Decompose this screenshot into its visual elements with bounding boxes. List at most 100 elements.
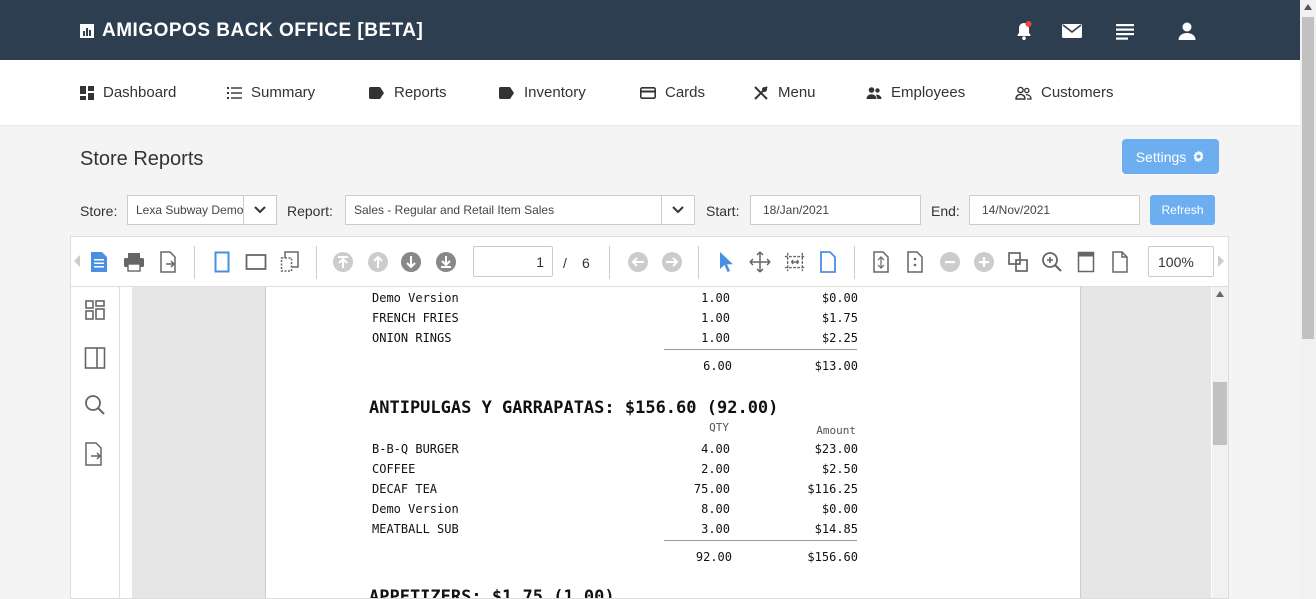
zoom-in-icon[interactable] [973, 251, 995, 273]
dashboard-icon [80, 85, 94, 100]
report-canvas: Demo Version 1.00 $0.00 FRENCH FRIES 1.0… [132, 287, 1211, 598]
report-viewer: 1 / 6 100% Demo Version 1.00 $0.00 FRENC… [70, 236, 1229, 599]
scroll-up-arrow[interactable] [1216, 291, 1224, 297]
report-item-name: FRENCH FRIES [372, 311, 459, 325]
viewer-scroll-thumb[interactable] [1213, 382, 1227, 445]
nav-reports[interactable]: Reports [368, 84, 447, 101]
report-item-name: MEATBALL SUB [372, 522, 459, 536]
page-width-icon[interactable] [245, 251, 267, 273]
list-icon[interactable] [1114, 20, 1136, 42]
store-dropdown-toggle[interactable] [243, 195, 277, 225]
last-page-icon[interactable] [435, 251, 457, 273]
report-dropdown-toggle[interactable] [661, 195, 695, 225]
nav-inventory[interactable]: Inventory [498, 84, 586, 101]
user-icon[interactable] [1176, 20, 1198, 42]
utensils-icon [754, 85, 768, 100]
nav-summary[interactable]: Summary [227, 84, 315, 101]
first-page-icon[interactable] [332, 251, 354, 273]
split-vertical-icon[interactable] [870, 251, 892, 273]
tag-icon [369, 86, 384, 99]
nav-customers[interactable]: Customers [1015, 84, 1114, 101]
people-icon [866, 86, 882, 99]
subtotal-qty: 6.00 [703, 359, 732, 373]
page-scrollbar[interactable] [1300, 0, 1316, 599]
page-fit-icon[interactable] [1109, 251, 1131, 273]
search-icon[interactable] [84, 394, 106, 418]
end-label: End: [931, 203, 960, 219]
zoom-out-icon[interactable] [939, 251, 961, 273]
viewer-scrollbar[interactable] [1212, 287, 1228, 598]
split-horizontal-icon[interactable] [904, 251, 926, 273]
report-page: Demo Version 1.00 $0.00 FRENCH FRIES 1.0… [265, 287, 1081, 598]
amount-column-header: Amount [816, 424, 856, 437]
report-item-qty: 3.00 [701, 522, 730, 536]
bar-chart-icon [80, 24, 94, 38]
page-scroll-up-arrow[interactable] [1304, 4, 1312, 10]
nav-customers-label: Customers [1041, 84, 1114, 101]
pointer-icon[interactable] [715, 251, 737, 273]
report-item-name: Demo Version [372, 502, 459, 516]
document-map-icon[interactable] [88, 251, 110, 273]
nav-employees-label: Employees [891, 84, 966, 101]
report-select-value: Sales - Regular and Retail Item Sales [354, 203, 555, 217]
toolbar-separator [854, 246, 855, 279]
forward-icon[interactable] [661, 251, 683, 273]
page-view-icon[interactable] [817, 251, 839, 273]
store-label: Store: [80, 203, 118, 219]
report-item-qty: 1.00 [701, 311, 730, 325]
nav-dashboard[interactable]: Dashboard [80, 84, 176, 101]
nav-menu[interactable]: Menu [753, 84, 816, 101]
nav-reports-label: Reports [394, 84, 447, 101]
category-heading: ANTIPULGAS Y GARRAPATAS: $156.60 (92.00) [369, 398, 779, 418]
end-date-input[interactable]: 14/Nov/2021 [969, 195, 1140, 225]
multi-page-icon[interactable] [279, 251, 301, 273]
single-page-icon[interactable] [211, 251, 233, 273]
print-icon[interactable] [123, 251, 145, 273]
mail-icon[interactable] [1061, 20, 1083, 42]
export-panel-icon[interactable] [84, 442, 106, 466]
chevron-down-icon [672, 206, 684, 214]
store-select[interactable]: Lexa Subway Demo [127, 195, 245, 225]
subtotal-amount: $13.00 [814, 359, 858, 373]
nav-cards[interactable]: Cards [640, 84, 705, 101]
nav-employees[interactable]: Employees [866, 84, 965, 101]
chevron-down-icon [254, 206, 266, 214]
main-nav: Dashboard Summary Reports Inventory Card… [0, 60, 1300, 125]
people-outline-icon [1015, 86, 1032, 100]
fit-to-window-icon[interactable] [1007, 251, 1029, 273]
magnifier-icon[interactable] [1041, 251, 1063, 273]
viewer-toolbar: 1 / 6 100% [71, 237, 1228, 287]
nav-summary-label: Summary [251, 84, 316, 101]
previous-page-icon[interactable] [367, 251, 389, 273]
report-select[interactable]: Sales - Regular and Retail Item Sales [345, 195, 664, 225]
export-icon[interactable] [157, 251, 179, 273]
nav-inventory-label: Inventory [524, 84, 586, 101]
page-scroll-thumb[interactable] [1302, 17, 1314, 339]
total-amount: $156.60 [807, 550, 858, 564]
report-label: Report: [287, 203, 333, 219]
settings-button[interactable]: Settings [1122, 139, 1219, 174]
pan-icon[interactable] [749, 251, 771, 273]
top-bar: AMIGOPOS BACK OFFICE [BETA] [0, 0, 1300, 60]
total-qty: 92.00 [695, 550, 732, 564]
margins-icon[interactable] [784, 251, 806, 273]
nav-cards-label: Cards [665, 84, 706, 101]
zoom-input[interactable]: 100% [1148, 246, 1214, 277]
bell-icon[interactable] [1013, 20, 1035, 42]
settings-label: Settings [1135, 148, 1187, 165]
toolbar-scroll-left[interactable] [74, 255, 80, 267]
start-date-input[interactable]: 18/Jan/2021 [750, 195, 921, 225]
thumbnails-icon[interactable] [84, 299, 106, 323]
back-icon[interactable] [627, 251, 649, 273]
page-top-icon[interactable] [1075, 251, 1097, 273]
next-page-icon[interactable] [400, 251, 422, 273]
end-date-value: 14/Nov/2021 [982, 203, 1051, 217]
toolbar-scroll-right[interactable] [1218, 255, 1224, 267]
page-number-input[interactable]: 1 [473, 246, 553, 277]
page-total: 6 [582, 255, 590, 271]
report-item-qty: 75.00 [693, 482, 730, 496]
parameters-panel-icon[interactable] [84, 346, 106, 370]
refresh-button[interactable]: Refresh [1150, 195, 1215, 225]
app-brand[interactable]: AMIGOPOS BACK OFFICE [BETA] [80, 20, 423, 42]
report-item-amount: $0.00 [821, 291, 858, 305]
